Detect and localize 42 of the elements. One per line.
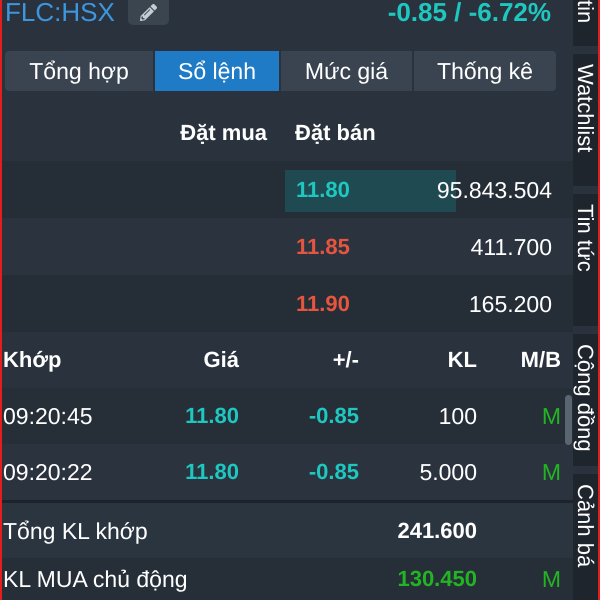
summary-side: M	[542, 566, 561, 592]
ticker-symbol: FLC:HSX	[5, 0, 115, 25]
column-heading: Khớp	[3, 347, 62, 373]
side-tab[interactable]: Tin tức	[573, 194, 598, 326]
trade-change: -0.85	[308, 403, 359, 429]
trade-price: 11.80	[185, 459, 239, 485]
ask-price: 11.85	[296, 234, 350, 260]
price-change: -0.85 / -6.72%	[388, 0, 551, 25]
side-tab[interactable]: Watchlist	[573, 54, 598, 186]
side-tab[interactable]: Cộng đồng	[573, 334, 598, 466]
column-heading: Đặt bán	[295, 120, 376, 146]
trade-volume: 5.000	[419, 459, 477, 485]
side-tab[interactable]: Cảnh bá	[573, 474, 598, 600]
tab[interactable]: Tổng hợp	[5, 51, 153, 91]
ask-volume: 95.843.504	[436, 176, 552, 202]
column-heading: +/-	[332, 347, 359, 373]
pencil-icon	[140, 4, 157, 21]
side-tab[interactable]: tin	[573, 0, 598, 46]
ask-volume: 411.700	[470, 234, 552, 260]
scrollbar-thumb[interactable]	[565, 395, 572, 445]
tab[interactable]: Mức giá	[281, 51, 412, 91]
column-heading: M/B	[520, 347, 561, 373]
trade-side: M	[542, 459, 561, 485]
trade-time: 09:20:22	[3, 459, 93, 485]
trade-price: 11.80	[185, 403, 239, 429]
summary-label: Tổng KL khớp	[3, 518, 148, 544]
trade-side: M	[542, 403, 561, 429]
summary-label: KL MUA chủ động	[3, 566, 188, 592]
tab[interactable]: Sổ lệnh	[155, 51, 279, 91]
column-heading: KL	[448, 347, 477, 373]
tab[interactable]: Thống kê	[414, 51, 556, 91]
trade-volume: 100	[438, 403, 477, 429]
ask-price: 11.80	[296, 176, 350, 202]
column-heading: Đặt mua	[180, 120, 267, 146]
summary-value: 130.450	[397, 566, 477, 592]
summary-value: 241.600	[397, 518, 477, 544]
ask-price: 11.90	[296, 290, 350, 316]
trade-time: 09:20:45	[3, 403, 93, 429]
ask-volume: 165.200	[468, 290, 552, 316]
column-heading: Giá	[204, 347, 239, 373]
edit-button[interactable]	[128, 0, 169, 25]
trade-change: -0.85	[308, 459, 359, 485]
